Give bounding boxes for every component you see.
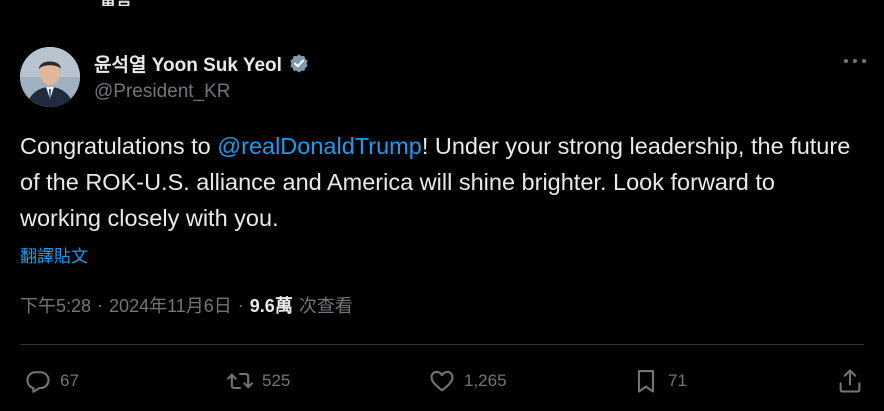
bookmark-button[interactable]: 71 bbox=[632, 362, 687, 400]
more-icon[interactable] bbox=[844, 54, 866, 68]
author-avatar[interactable] bbox=[20, 47, 80, 107]
avatar-image bbox=[20, 47, 80, 107]
action-bar: 67 525 1,265 71 bbox=[20, 362, 864, 400]
author-handle[interactable]: @President_KR bbox=[94, 81, 231, 103]
views-count[interactable]: 9.6萬 bbox=[250, 292, 293, 318]
tweet-text: Congratulations to @realDonaldTrump! Und… bbox=[20, 128, 860, 236]
reply-button[interactable]: 67 bbox=[24, 362, 79, 400]
like-button[interactable]: 1,265 bbox=[428, 362, 507, 400]
tweet-time[interactable]: 下午5:28 bbox=[20, 292, 91, 318]
tweet-text-before: Congratulations to bbox=[20, 133, 218, 159]
mention-link[interactable]: @realDonaldTrump bbox=[217, 133, 422, 159]
more-dot bbox=[853, 59, 857, 63]
author-name-row[interactable]: 윤석열 Yoon Suk Yeol bbox=[94, 50, 310, 77]
reply-icon bbox=[26, 371, 50, 393]
heart-icon bbox=[430, 370, 454, 392]
bookmark-icon bbox=[637, 370, 655, 393]
meta-separator: · bbox=[237, 294, 244, 315]
author-name[interactable]: 윤석열 Yoon Suk Yeol bbox=[94, 50, 282, 77]
verified-badge-icon bbox=[290, 53, 308, 73]
share-button[interactable] bbox=[836, 362, 864, 400]
reply-count: 67 bbox=[60, 371, 79, 390]
translate-post-link[interactable]: 翻譯貼文 bbox=[20, 242, 88, 267]
tweet-date[interactable]: 2024年11月6日 bbox=[109, 292, 232, 318]
meta-separator: · bbox=[97, 294, 104, 315]
retweet-icon bbox=[227, 372, 253, 390]
divider bbox=[20, 344, 864, 345]
like-count: 1,265 bbox=[464, 371, 507, 390]
share-icon bbox=[839, 369, 861, 393]
previous-section-label: 留言 bbox=[100, 0, 164, 6]
more-dot bbox=[844, 59, 848, 63]
bookmark-count: 71 bbox=[668, 371, 687, 390]
tweet-meta: 下午5:28 · 2024年11月6日 · 9.6萬 次查看 bbox=[20, 292, 353, 318]
retweet-button[interactable]: 525 bbox=[226, 362, 290, 400]
views-label: 次查看 bbox=[298, 296, 353, 316]
retweet-count: 525 bbox=[262, 371, 291, 390]
more-dot bbox=[862, 59, 866, 63]
